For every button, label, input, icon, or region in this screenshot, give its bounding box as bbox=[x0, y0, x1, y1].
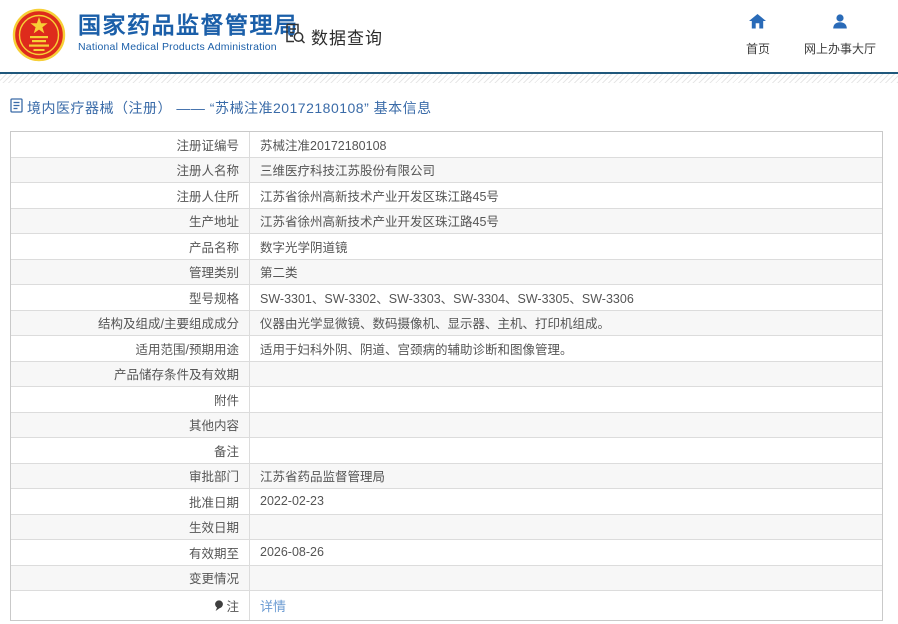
detail-link[interactable]: 详情 bbox=[260, 596, 286, 615]
row-label: 审批部门 bbox=[11, 463, 250, 488]
home-icon bbox=[749, 14, 767, 34]
row-value: 苏械注准20172180108 bbox=[260, 138, 387, 153]
row-value: 三维医疗科技江苏股份有限公司 bbox=[260, 164, 436, 179]
row-value bbox=[250, 362, 882, 387]
row-value bbox=[250, 387, 882, 412]
info-table: 注册证编号 苏械注准20172180108 注册人名称 三维医疗科技江苏股份有限公司注… bbox=[10, 131, 883, 621]
row-label: 注册人住所 bbox=[11, 183, 250, 208]
row-value: 仪器由光学显微镜、数码摄像机、显示器、主机、打印机组成。 bbox=[260, 317, 611, 332]
row-label: 有效期至 bbox=[11, 540, 250, 565]
site-title: 国家药品监督管理局 National Medical Products Admi… bbox=[78, 12, 299, 53]
nav-item-home[interactable]: 首页 bbox=[746, 14, 770, 57]
row-value bbox=[250, 566, 882, 591]
hatch-strip bbox=[0, 74, 898, 83]
top-nav: 首页 网上办事大厅 bbox=[746, 14, 876, 57]
row-label: 产品名称 bbox=[11, 234, 250, 259]
row-value: SW-3301、SW-3302、SW-3303、SW-3304、SW-3305、… bbox=[260, 291, 634, 306]
row-label: 适用范围/预期用途 bbox=[11, 336, 250, 361]
page-header: 国家药品监督管理局 National Medical Products Admi… bbox=[0, 0, 898, 72]
row-value: 江苏省药品监督管理局 bbox=[260, 470, 386, 485]
table-row: 结构及组成/主要组成成分 仪器由光学显微镜、数码摄像机、显示器、主机、打印机组成。 bbox=[11, 310, 882, 336]
table-row: 有效期至 2026-08-26 bbox=[11, 540, 882, 566]
user-icon bbox=[832, 14, 848, 34]
pin-icon bbox=[214, 599, 224, 612]
row-label: 结构及组成/主要组成成分 bbox=[11, 310, 250, 335]
page-title: 境内医疗器械（注册） —— “苏械注准20172180108” 基本信息 bbox=[27, 100, 432, 116]
row-value: 江苏省徐州高新技术产业开发区珠江路45号 bbox=[260, 189, 499, 204]
table-row: 生效日期 bbox=[11, 514, 882, 540]
row-value: 适用于妇科外阴、阴道、宫颈病的辅助诊断和图像管理。 bbox=[260, 342, 573, 357]
nav-label-home: 首页 bbox=[745, 42, 770, 56]
data-query-label: 数据查询 bbox=[311, 28, 383, 48]
table-row: 注册人名称 三维医疗科技江苏股份有限公司 bbox=[11, 157, 882, 183]
data-query-tab[interactable]: 数据查询 bbox=[283, 22, 383, 50]
org-name-en: National Medical Products Administration bbox=[78, 41, 277, 54]
row-value: 第二类 bbox=[260, 266, 298, 281]
table-row: 注册人住所 江苏省徐州高新技术产业开发区珠江路45号 bbox=[11, 183, 882, 209]
row-label: 产品储存条件及有效期 bbox=[11, 361, 250, 386]
table-row: 注详情 bbox=[11, 591, 882, 620]
row-label: 注册证编号 bbox=[11, 132, 250, 157]
org-name-cn: 国家药品监督管理局 bbox=[78, 12, 299, 38]
row-label: 备注 bbox=[11, 438, 250, 463]
table-row: 适用范围/预期用途 适用于妇科外阴、阴道、宫颈病的辅助诊断和图像管理。 bbox=[11, 336, 882, 362]
row-label: 批准日期 bbox=[11, 489, 250, 514]
document-search-icon bbox=[283, 22, 306, 50]
row-value bbox=[250, 438, 882, 463]
row-label: 其他内容 bbox=[11, 412, 250, 437]
row-value bbox=[250, 515, 882, 540]
table-row: 审批部门 江苏省药品监督管理局 bbox=[11, 463, 882, 489]
row-label: 附件 bbox=[11, 387, 250, 412]
table-row: 其他内容 bbox=[11, 412, 882, 438]
table-row: 批准日期 2022-02-23 bbox=[11, 489, 882, 515]
nav-label-service-hall: 网上办事大厅 bbox=[803, 42, 876, 56]
table-row: 注册证编号 苏械注准20172180108 bbox=[11, 132, 882, 158]
row-label: 注册人名称 bbox=[11, 157, 250, 182]
table-row: 管理类别 第二类 bbox=[11, 259, 882, 285]
national-emblem-icon bbox=[12, 8, 66, 62]
row-value: 数字光学阴道镜 bbox=[260, 240, 348, 255]
table-row: 产品名称 数字光学阴道镜 bbox=[11, 234, 882, 260]
nav-item-service-hall[interactable]: 网上办事大厅 bbox=[804, 14, 876, 57]
row-label: 变更情况 bbox=[11, 565, 250, 590]
row-label: 生效日期 bbox=[11, 514, 250, 539]
row-value: 2022-02-23 bbox=[260, 494, 324, 509]
row-value: 江苏省徐州高新技术产业开发区珠江路45号 bbox=[260, 215, 499, 230]
table-row: 变更情况 bbox=[11, 565, 882, 591]
row-label: 管理类别 bbox=[11, 259, 250, 284]
row-label: 注 bbox=[11, 591, 250, 620]
table-row: 备注 bbox=[11, 438, 882, 464]
document-icon bbox=[10, 98, 23, 118]
table-row: 生产地址 江苏省徐州高新技术产业开发区珠江路45号 bbox=[11, 208, 882, 234]
table-row: 产品储存条件及有效期 bbox=[11, 361, 882, 387]
table-row: 附件 bbox=[11, 387, 882, 413]
row-value bbox=[250, 413, 882, 438]
row-label: 型号规格 bbox=[11, 285, 250, 310]
breadcrumb: 境内医疗器械（注册） —— “苏械注准20172180108” 基本信息 bbox=[10, 98, 898, 118]
row-value: 详情 bbox=[250, 591, 882, 620]
table-row: 型号规格 SW-3301、SW-3302、SW-3303、SW-3304、SW-3… bbox=[11, 285, 882, 311]
row-value: 2026-08-26 bbox=[260, 545, 324, 560]
row-label: 生产地址 bbox=[11, 208, 250, 233]
